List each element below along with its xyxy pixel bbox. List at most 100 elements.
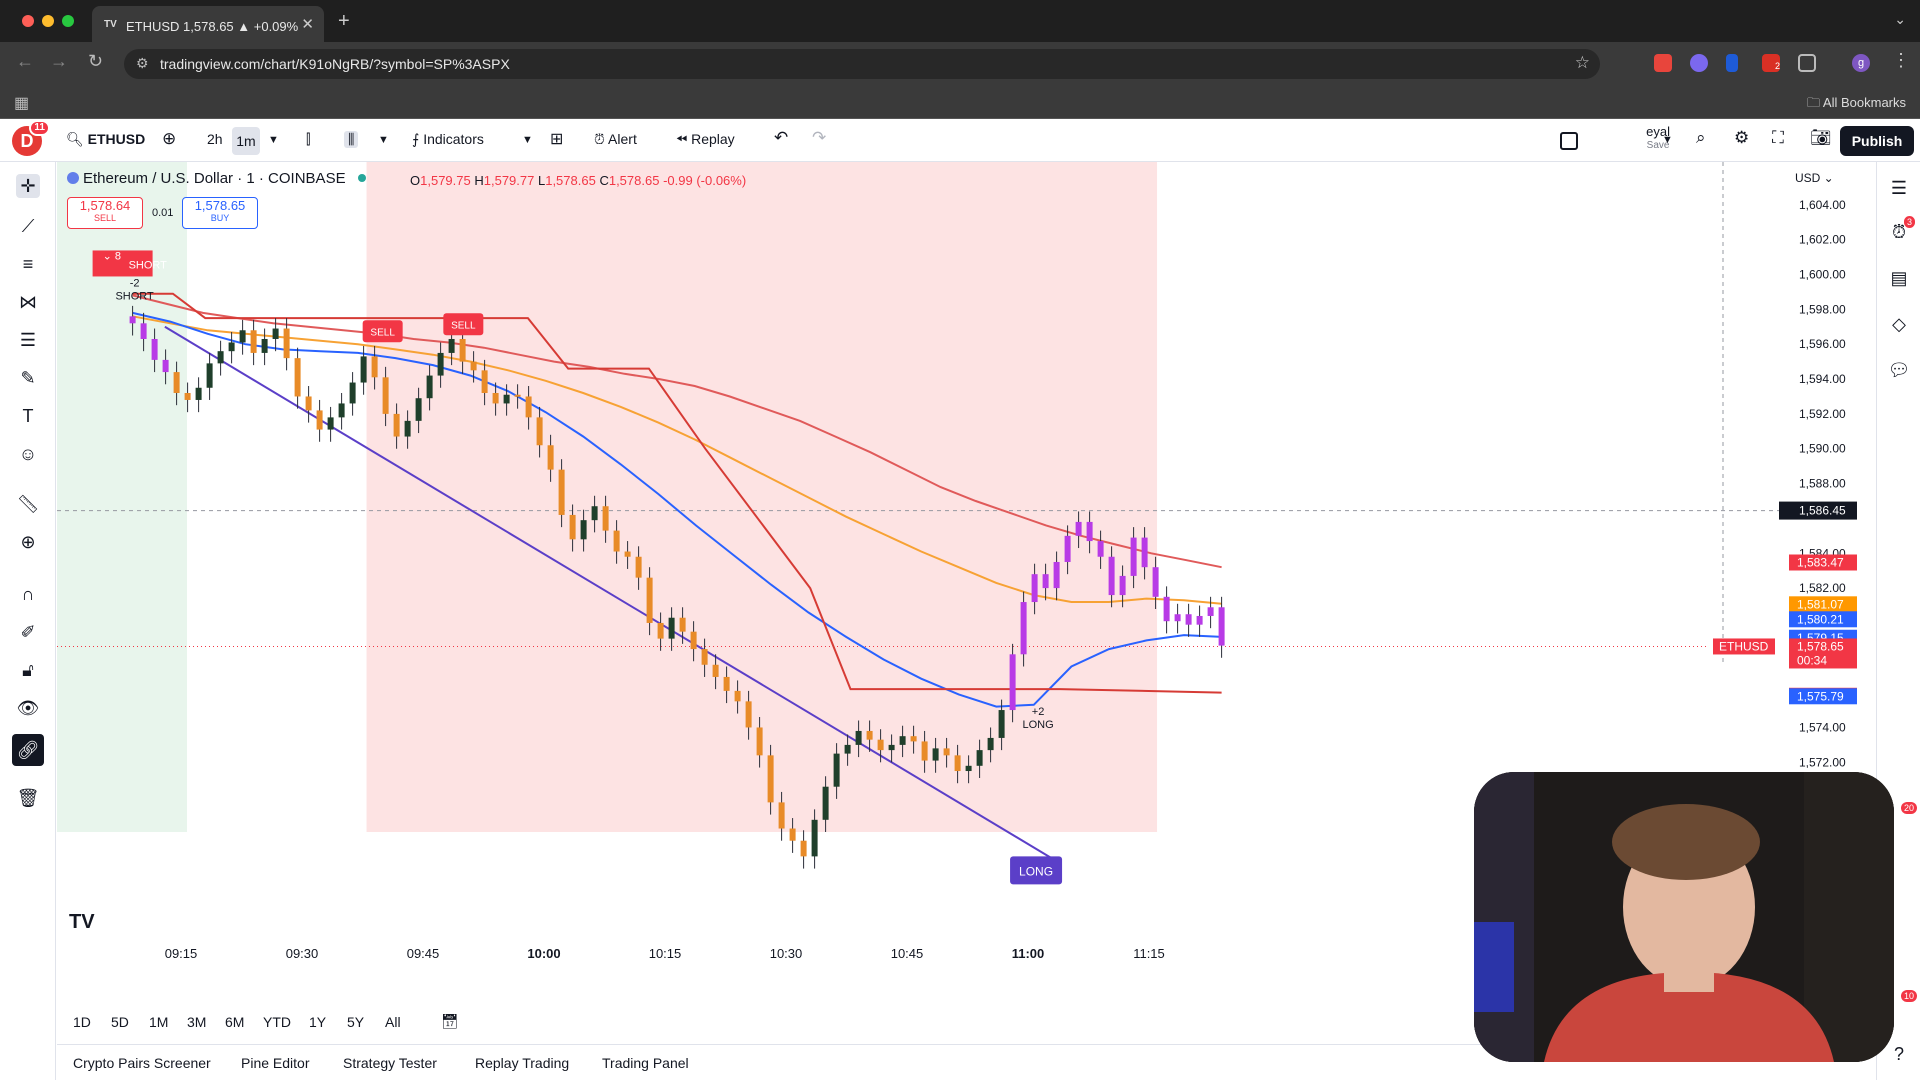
- all-bookmarks-folder[interactable]: 🗀 All Bookmarks: [1807, 94, 1906, 116]
- watchlist-icon[interactable]: ☰: [1887, 176, 1911, 200]
- pattern-icon[interactable]: ⋈: [16, 290, 40, 314]
- indicator-templates-icon[interactable]: ⊞: [550, 129, 563, 149]
- settings-gear-icon[interactable]: ⚙: [1734, 128, 1749, 148]
- apps-grid-icon[interactable]: ▦: [14, 93, 29, 113]
- minimize-window-button[interactable]: [42, 15, 54, 27]
- link-icon[interactable]: 🔗︎: [12, 734, 44, 766]
- close-window-button[interactable]: [22, 15, 34, 27]
- range-button-ytd[interactable]: YTD: [263, 1014, 291, 1030]
- site-settings-icon[interactable]: ⚙: [136, 55, 149, 72]
- fib-retracement-icon[interactable]: ☰: [16, 328, 40, 352]
- redo-icon[interactable]: ↷: [812, 128, 826, 148]
- extension-purple-icon[interactable]: [1690, 54, 1708, 72]
- extension-red-icon[interactable]: [1654, 54, 1672, 72]
- bar-chart-type-icon[interactable]: ⫿: [306, 131, 310, 148]
- calendar-icon[interactable]: 📅︎: [441, 1013, 459, 1030]
- eye-icon[interactable]: 👁︎: [16, 696, 40, 720]
- horizontal-lines-icon[interactable]: ≡: [16, 252, 40, 276]
- emoji-icon[interactable]: ☺: [16, 442, 40, 466]
- layout-chevron-icon[interactable]: ▼: [1662, 134, 1673, 146]
- compare-symbol-icon[interactable]: ⊕: [162, 129, 176, 149]
- signal-sub: -2: [130, 277, 140, 289]
- ruler-icon[interactable]: 📏︎: [16, 492, 40, 516]
- close-tab-icon[interactable]: ✕: [301, 15, 314, 33]
- new-tab-icon[interactable]: +: [338, 10, 350, 33]
- indicators-button[interactable]: ⨍ Indicators: [412, 131, 484, 148]
- text-tool-icon[interactable]: T: [16, 404, 40, 428]
- range-button-1y[interactable]: 1Y: [309, 1014, 326, 1030]
- back-icon[interactable]: ←: [16, 51, 34, 72]
- bottom-tab-strategy-tester[interactable]: Strategy Tester: [343, 1055, 437, 1071]
- magnet-icon[interactable]: ∩: [16, 582, 40, 606]
- chart-type-chevron-icon[interactable]: ▼: [378, 134, 389, 146]
- brush-icon[interactable]: ✎: [16, 366, 40, 390]
- buy-button[interactable]: 1,578.65 BUY: [182, 197, 258, 229]
- lock-icon[interactable]: 🔓︎: [16, 658, 40, 682]
- help-icon[interactable]: ?: [1887, 1042, 1911, 1066]
- extensions-puzzle-icon[interactable]: [1798, 54, 1816, 72]
- sell-signal-label: SELL: [370, 327, 395, 338]
- profile-avatar[interactable]: g: [1852, 54, 1870, 72]
- range-button-5y[interactable]: 5Y: [347, 1014, 364, 1030]
- candle-body: [1207, 607, 1214, 616]
- tab-list-chevron-icon[interactable]: ⌄: [1894, 11, 1906, 28]
- indicators-chevron-icon[interactable]: ▼: [522, 134, 533, 146]
- candle-body: [844, 744, 851, 754]
- url-input[interactable]: ⚙ tradingview.com/chart/K91oNgRB/?symbol…: [124, 49, 1600, 79]
- range-button-3m[interactable]: 3M: [187, 1014, 206, 1030]
- chat-icon[interactable]: 💬︎: [1887, 358, 1911, 382]
- maximize-window-button[interactable]: [62, 15, 74, 27]
- bottom-tab-trading-panel[interactable]: Trading Panel: [602, 1055, 689, 1071]
- alert-button[interactable]: ⏰︎ Alert: [594, 131, 637, 148]
- zoom-in-icon[interactable]: ⊕: [16, 530, 40, 554]
- folder-icon: 🗀: [1807, 95, 1823, 110]
- range-button-6m[interactable]: 6M: [225, 1014, 244, 1030]
- candle-body: [536, 417, 543, 446]
- symbol-label: ETHUSD: [87, 131, 146, 147]
- forward-icon[interactable]: →: [50, 51, 68, 72]
- sell-button[interactable]: 1,578.64 SELL: [67, 197, 143, 229]
- layout-select-icon[interactable]: [1560, 132, 1578, 150]
- candle-body: [316, 410, 323, 430]
- extension-badge-icon[interactable]: 2: [1762, 54, 1780, 72]
- price-tick-label: 1,596.00: [1799, 337, 1846, 351]
- candle-body: [184, 392, 191, 400]
- candle-body: [723, 676, 730, 691]
- quick-search-icon[interactable]: ⌕: [1696, 128, 1706, 148]
- candle-body: [690, 631, 697, 650]
- range-button-1d[interactable]: 1D: [73, 1014, 91, 1030]
- candles-chart-type-icon[interactable]: ⫼: [344, 131, 359, 148]
- undo-icon[interactable]: ↶: [774, 128, 788, 148]
- chart-legend-title[interactable]: Ethereum / U.S. Dollar · 1 · COINBASE: [67, 170, 366, 187]
- trash-icon[interactable]: 🗑︎: [16, 786, 40, 810]
- bottom-tab-replay-trading[interactable]: Replay Trading: [475, 1055, 569, 1071]
- range-button-1m[interactable]: 1M: [149, 1014, 168, 1030]
- user-avatar[interactable]: D 11: [12, 120, 50, 156]
- interval-dropdown-chevron-icon[interactable]: ▼: [268, 134, 279, 146]
- stay-drawing-icon[interactable]: ✐: [16, 620, 40, 644]
- extension-blue-icon[interactable]: [1726, 54, 1738, 72]
- candle-body: [1009, 654, 1016, 711]
- bottom-tab-pine-editor[interactable]: Pine Editor: [241, 1055, 309, 1071]
- range-button-all[interactable]: All: [385, 1014, 401, 1030]
- crosshair-icon[interactable]: ✛: [16, 174, 40, 198]
- reload-icon[interactable]: ↻: [88, 51, 103, 72]
- camera-snapshot-icon[interactable]: 📷︎: [1810, 128, 1832, 148]
- bottom-tab-crypto-pairs-screener[interactable]: Crypto Pairs Screener: [73, 1055, 211, 1071]
- browser-menu-icon[interactable]: ⋮: [1892, 50, 1910, 71]
- browser-tab[interactable]: TV ETHUSD 1,578.65 ▲ +0.09% ✕: [92, 6, 324, 42]
- fullscreen-icon[interactable]: ⛶: [1772, 128, 1784, 148]
- alerts-clock-icon[interactable]: ⏰︎ 3: [1887, 216, 1915, 244]
- replay-button[interactable]: ⏪︎ Replay: [676, 131, 735, 148]
- range-button-5d[interactable]: 5D: [111, 1014, 129, 1030]
- interval-1m[interactable]: 1m: [232, 127, 260, 155]
- price-label: 1,578.65: [1797, 639, 1844, 653]
- candle-body: [404, 420, 411, 437]
- interval-2h[interactable]: 2h: [207, 131, 223, 147]
- object-tree-icon[interactable]: ▤: [1887, 266, 1911, 290]
- layers-icon[interactable]: ◇: [1887, 312, 1911, 336]
- bookmark-star-icon[interactable]: ☆: [1575, 53, 1590, 73]
- trend-line-icon[interactable]: ⟋: [16, 214, 40, 238]
- publish-button[interactable]: Publish: [1840, 126, 1914, 156]
- symbol-search-button[interactable]: 🔍︎ ETHUSD: [66, 131, 145, 148]
